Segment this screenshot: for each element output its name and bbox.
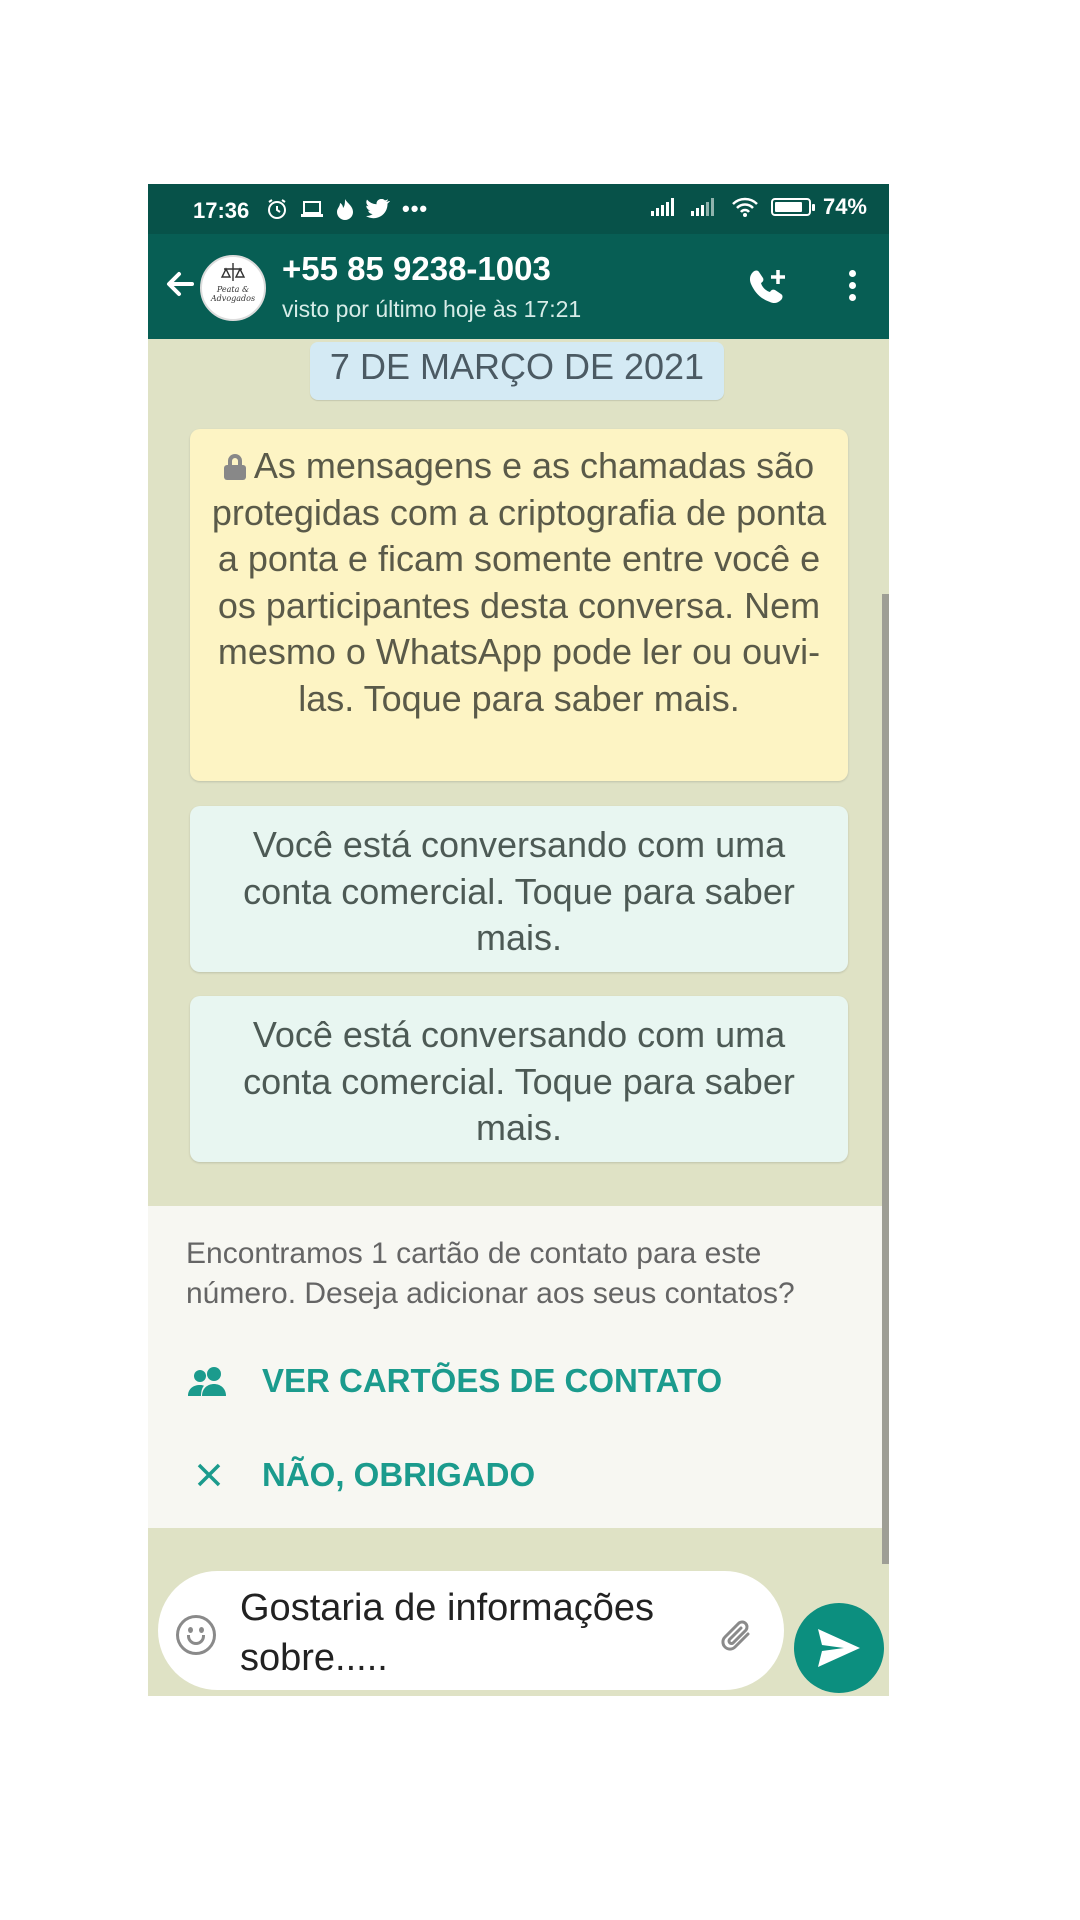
business-notice[interactable]: Você está conversando com uma conta come…	[190, 996, 848, 1162]
contact-card-message: Encontramos 1 cartão de contato para est…	[186, 1237, 795, 1310]
status-bar: 17:36 ••• 74%	[148, 184, 889, 234]
contacts-icon	[188, 1367, 226, 1396]
avatar-logo-text: Peata & Advogados	[210, 285, 256, 303]
overflow-menu-icon[interactable]	[845, 270, 859, 306]
lock-icon	[223, 454, 246, 480]
twitter-icon	[366, 199, 390, 219]
avatar[interactable]: Peata & Advogados	[200, 255, 266, 321]
last-seen: visto por último hoje às 17:21	[282, 296, 582, 322]
contact-card-panel: Encontramos 1 cartão de contato para est…	[148, 1206, 882, 1528]
emoji-icon[interactable]	[176, 1615, 216, 1655]
contact-name[interactable]: +55 85 9238-1003	[282, 250, 551, 288]
view-contact-cards-button[interactable]: VER CARTÕES DE CONTATO	[186, 1362, 722, 1400]
send-button[interactable]	[794, 1603, 884, 1693]
view-contact-cards-label: VER CARTÕES DE CONTATO	[262, 1362, 723, 1399]
laptop-icon	[301, 201, 323, 217]
back-arrow-icon[interactable]	[160, 264, 200, 304]
flame-icon	[337, 199, 353, 220]
battery-icon	[770, 198, 815, 216]
add-call-icon[interactable]	[745, 266, 789, 310]
scrollbar[interactable]	[882, 594, 889, 1564]
send-icon	[818, 1629, 860, 1667]
signal-icon	[690, 198, 714, 216]
encryption-notice-text: As mensagens e as chamadas são protegida…	[211, 445, 827, 719]
alarm-icon	[268, 199, 286, 219]
phone-screen: 17:36 ••• 74% Peata & Advogados +55 85 9…	[148, 184, 889, 1696]
date-chip: 7 DE MARÇO DE 2021	[310, 342, 724, 400]
encryption-notice[interactable]: As mensagens e as chamadas são protegida…	[190, 429, 848, 781]
dismiss-button[interactable]: NÃO, OBRIGADO	[186, 1456, 535, 1494]
business-notice[interactable]: Você está conversando com uma conta come…	[190, 806, 848, 972]
chat-header: Peata & Advogados +55 85 9238-1003 visto…	[148, 234, 889, 339]
wifi-icon	[732, 197, 758, 217]
battery-percent: 74%	[822, 194, 867, 219]
close-icon	[197, 1463, 221, 1487]
more-dots-icon: •••	[402, 196, 429, 221]
signal-icon	[650, 198, 674, 216]
message-input[interactable]: Gostaria de informações sobre.....	[240, 1583, 700, 1683]
dismiss-label: NÃO, OBRIGADO	[262, 1456, 536, 1493]
attach-icon[interactable]	[718, 1616, 758, 1656]
status-notification-icons: •••	[266, 196, 428, 222]
status-system-icons: 74%	[650, 194, 867, 220]
status-time: 17:36	[193, 198, 250, 223]
message-composer[interactable]: Gostaria de informações sobre.....	[158, 1571, 784, 1690]
